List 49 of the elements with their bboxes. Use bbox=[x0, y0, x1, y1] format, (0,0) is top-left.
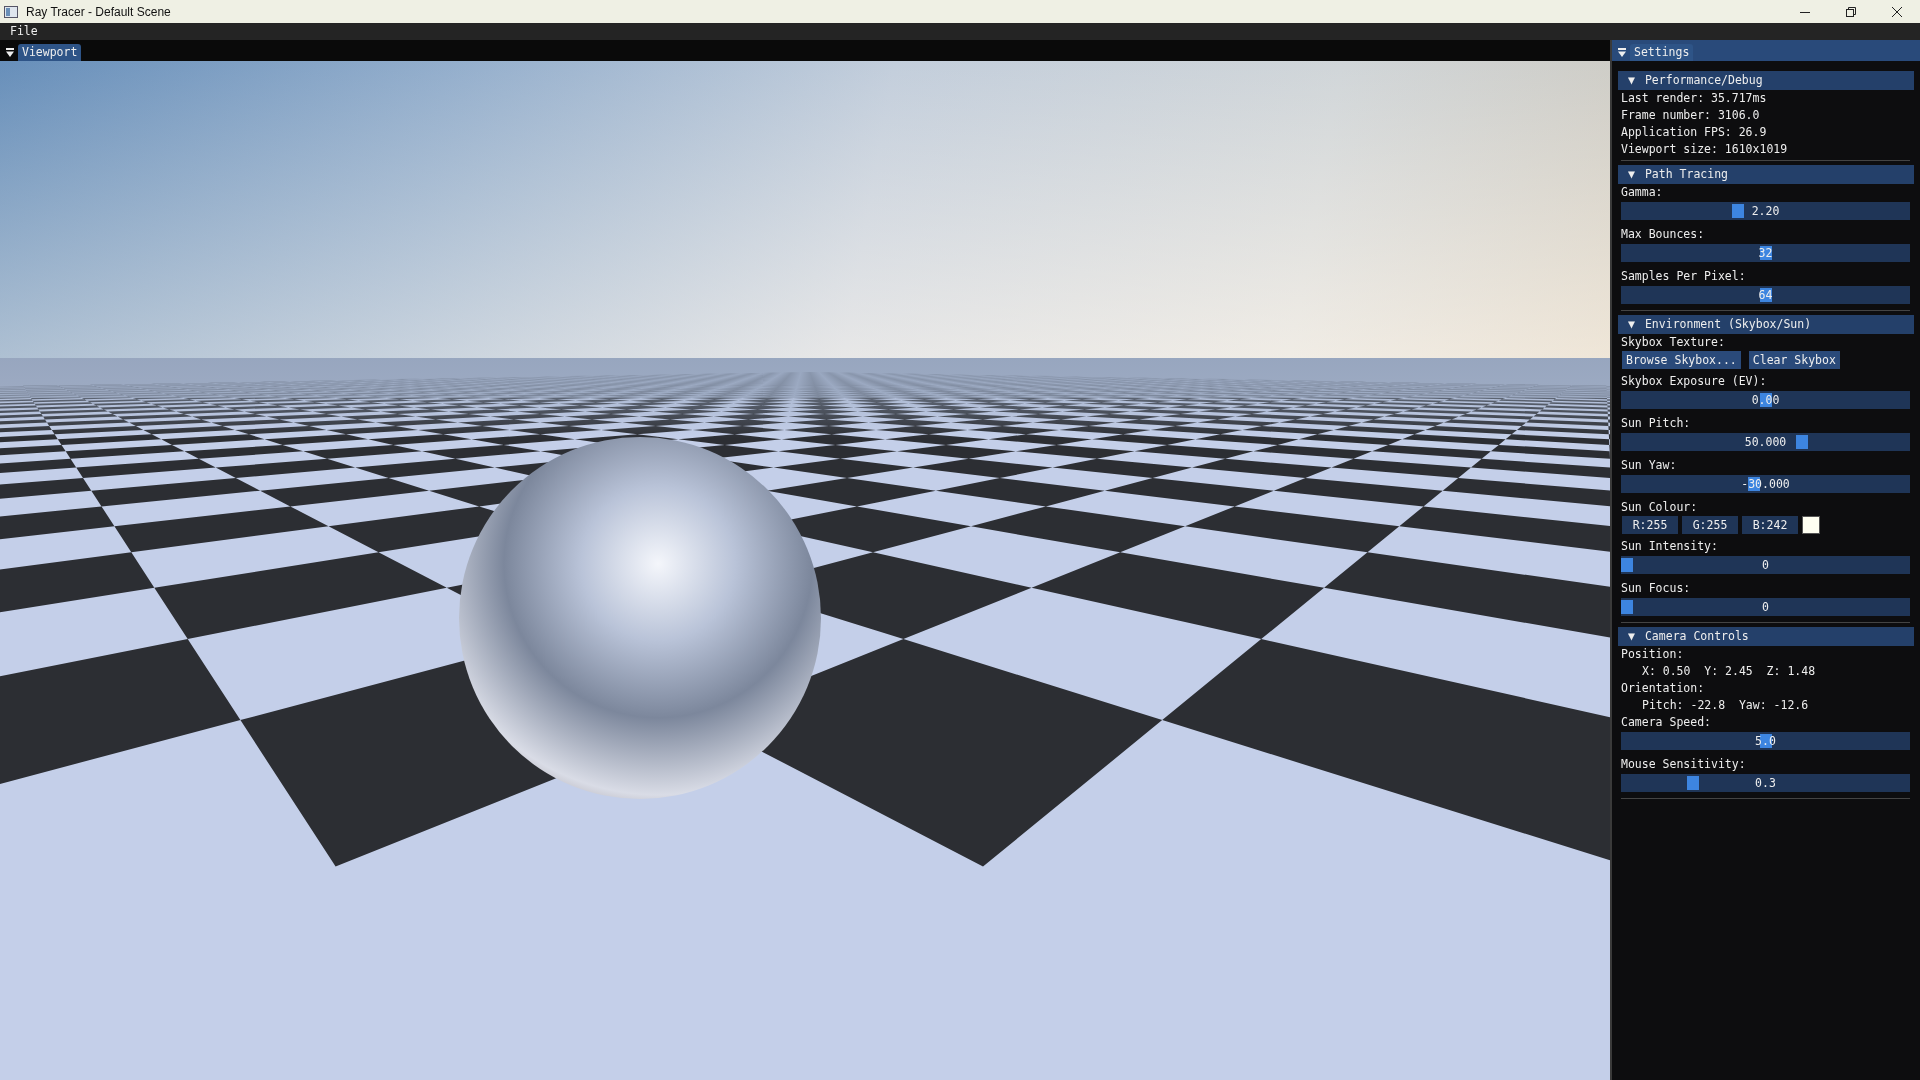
color-channel-field[interactable]: R:255 bbox=[1622, 516, 1678, 534]
field-label: Orientation: bbox=[1620, 680, 1706, 697]
field-label: Camera Speed: bbox=[1620, 714, 1712, 731]
close-icon[interactable] bbox=[1892, 6, 1902, 17]
section-header[interactable]: ▼ Performance/Debug bbox=[1618, 71, 1914, 90]
window-title: Ray Tracer - Default Scene bbox=[26, 3, 171, 21]
field-label: Sun Colour: bbox=[1620, 499, 1699, 516]
info-text: Last render: 35.717ms bbox=[1620, 90, 1768, 107]
window-menu-icon[interactable] bbox=[1618, 48, 1626, 57]
info-text: Viewport size: 1610x1019 bbox=[1620, 141, 1789, 158]
slider-grab[interactable] bbox=[1795, 435, 1808, 449]
field-label: Skybox Texture: bbox=[1620, 334, 1726, 351]
field-label: Sun Focus: bbox=[1620, 580, 1692, 597]
color-channel-field[interactable]: G:255 bbox=[1682, 516, 1738, 534]
viewport-tab[interactable]: Viewport bbox=[18, 44, 82, 61]
section-header[interactable]: ▼ Camera Controls bbox=[1618, 627, 1914, 646]
field-label: Position: bbox=[1620, 646, 1685, 663]
field-label: Sun Yaw: bbox=[1620, 457, 1678, 474]
slider[interactable]: 0.3 bbox=[1621, 774, 1910, 792]
skybox-button[interactable]: Browse Skybox... bbox=[1622, 351, 1741, 369]
field-label: Sun Intensity: bbox=[1620, 538, 1719, 555]
app-icon bbox=[4, 5, 18, 18]
restore-icon[interactable] bbox=[1846, 6, 1856, 17]
field-label: Max Bounces: bbox=[1620, 226, 1706, 243]
slider-grab[interactable] bbox=[1731, 204, 1744, 218]
slider-grab[interactable] bbox=[1621, 600, 1633, 614]
slider-grab[interactable] bbox=[1621, 558, 1633, 572]
slider[interactable]: 2.20 bbox=[1621, 202, 1910, 220]
section-header[interactable]: ▼ Path Tracing bbox=[1618, 165, 1914, 184]
menu-item[interactable]: File bbox=[0, 23, 48, 40]
slider[interactable]: 0 bbox=[1621, 556, 1910, 574]
field-label: Mouse Sensitivity: bbox=[1620, 756, 1747, 773]
skybox-button[interactable]: Clear Skybox bbox=[1748, 351, 1840, 369]
field-label: Samples Per Pixel: bbox=[1620, 268, 1747, 285]
window-menu-icon[interactable] bbox=[6, 48, 14, 57]
slider[interactable]: 0 bbox=[1621, 598, 1910, 616]
field-label: Skybox Exposure (EV): bbox=[1620, 373, 1768, 390]
slider-grab[interactable] bbox=[1687, 776, 1700, 790]
color-swatch[interactable] bbox=[1802, 516, 1820, 534]
slider[interactable]: 50.000 bbox=[1621, 433, 1910, 451]
info-text: Pitch: -22.8 Yaw: -12.6 bbox=[1641, 697, 1810, 714]
section-header[interactable]: ▼ Environment (Skybox/Sun) bbox=[1618, 315, 1914, 334]
field-label: Gamma: bbox=[1620, 184, 1664, 201]
settings-tab[interactable]: Settings bbox=[1630, 44, 1694, 61]
info-text: Frame number: 3106.0 bbox=[1620, 107, 1761, 124]
field-label: Sun Pitch: bbox=[1620, 415, 1692, 432]
info-text: Application FPS: 26.9 bbox=[1620, 124, 1768, 141]
color-channel-field[interactable]: B:242 bbox=[1742, 516, 1798, 534]
info-text: X: 0.50 Y: 2.45 Z: 1.48 bbox=[1641, 663, 1817, 680]
